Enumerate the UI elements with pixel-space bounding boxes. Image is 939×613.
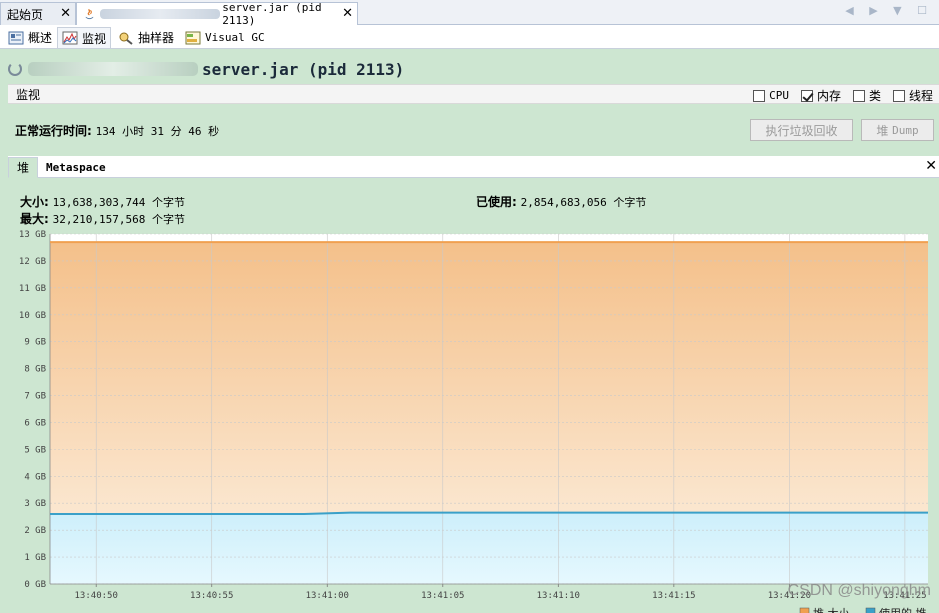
monitor-section-label: 监视 [16,87,41,102]
y-tick-label: 3 GB [24,499,46,509]
tab-sampler[interactable]: 抽样器 [114,27,178,48]
tab-visual-gc[interactable]: Visual GC [181,27,269,48]
y-tick-label: 8 GB [24,365,46,375]
heap-used-label: 已使用: [476,195,517,209]
redacted-app-name [99,9,221,19]
window-tab-bar: 起始页 ✕ server.jar (pid 2113) ✕ ◀ ▶ ▼ ☐ [0,0,939,27]
tab-heap[interactable]: 堆 [8,157,39,178]
tab-metaspace[interactable]: Metaspace [38,157,114,178]
close-icon[interactable]: ✕ [60,6,71,21]
checkbox-classes[interactable]: 类 [852,87,881,104]
tab-nav-arrows-icon[interactable]: ◀ ▶ ▼ ☐ [845,4,933,17]
uptime-line: 正常运行时间: 134 小时 31 分 46 秒 [15,122,219,139]
x-tick-label: 13:41:00 [306,591,349,601]
heap-max-label: 最大: [20,212,49,226]
heap-dump-prefix: 堆 [876,123,889,138]
java-icon [85,8,94,20]
x-tick-label: 13:41:10 [537,591,580,601]
heap-chart: 0 GB 1 GB 2 GB 3 GB 4 GB 5 GB 6 GB 7 GB 8 GB 9 GB… [19,230,928,613]
perform-gc-button[interactable]: 执行垃圾回收 [750,119,853,141]
page-title: server.jar (pid 2113) [8,56,404,82]
tab-start-page-label: 起始页 [7,7,44,22]
tab-monitor[interactable]: 监视 [57,27,112,48]
y-tick-label: 10 GB [19,311,46,321]
y-tick-label: 1 GB [24,553,46,563]
checkbox-threads[interactable]: 线程 [892,87,933,104]
y-tick-label: 2 GB [24,526,46,536]
heap-max-stat: 最大: 32,210,157,568 个字节 [20,210,185,227]
y-tick-label: 12 GB [19,257,46,267]
checkbox-memory-label: 内存 [816,89,841,103]
heap-used-stat: 已使用: 2,854,683,056 个字节 [476,193,646,210]
heap-used-value: 2,854,683,056 个字节 [520,196,647,209]
legend-label: 使用的 堆 [879,606,927,613]
legend-swatch [865,607,876,613]
checkbox-memory-box[interactable] [800,89,813,102]
close-icon[interactable]: ✕ [925,158,937,174]
visual-gc-icon [185,31,201,44]
watermark-text: CSDN @shiyonghm [787,582,931,599]
heap-size-value: 13,638,303,744 个字节 [52,196,185,209]
y-tick-label: 5 GB [24,445,46,455]
redacted-app-name [28,62,198,76]
checkbox-classes-box[interactable] [852,89,865,102]
tab-sampler-label: 抽样器 [138,31,175,45]
uptime-value: 134 小时 31 分 46 秒 [95,125,220,138]
monitor-chart-icon [62,31,78,45]
heap-dump-button[interactable]: 堆 Dump [861,119,934,141]
x-tick-label: 13:40:55 [190,591,233,601]
y-tick-label: 9 GB [24,338,46,348]
checkbox-cpu-label: CPU [769,89,789,102]
heap-size-label: 大小: [20,195,49,209]
y-tick-label: 11 GB [19,284,46,294]
tab-overview-label: 概述 [28,31,53,45]
tab-start-page[interactable]: 起始页 ✕ [0,2,76,25]
legend-label: 堆 大小 [813,606,850,613]
checkbox-cpu-box[interactable] [753,89,766,102]
overview-icon [8,31,24,44]
x-tick-label: 13:40:50 [75,591,118,601]
tab-app-process-label: server.jar (pid 2113) [222,1,322,27]
y-tick-label: 0 GB [24,580,46,590]
y-tick-label: 13 GB [19,230,46,240]
heap-size-stat: 大小: 13,638,303,744 个字节 [20,193,185,210]
uptime-label: 正常运行时间: [15,124,92,138]
view-tab-bar: 概述 监视 抽样器 Visual GC [0,26,939,49]
perform-gc-label: 执行垃圾回收 [765,123,838,138]
tab-heap-label: 堆 [17,161,30,175]
heap-dump-suffix: Dump [892,123,919,137]
close-icon[interactable]: ✕ [342,6,353,21]
y-tick-label: 6 GB [24,418,46,428]
tab-monitor-label: 监视 [82,31,107,46]
series-area-1 [50,512,928,584]
checkbox-threads-label: 线程 [908,89,933,103]
tab-visual-gc-label: Visual GC [205,31,265,44]
checkbox-memory[interactable]: 内存 [800,87,841,104]
tab-overview[interactable]: 概述 [4,27,56,48]
metric-checkboxes: CPU 内存 类 线程 [753,87,933,104]
sampler-icon [119,32,133,45]
heap-tab-bar: 堆 Metaspace ✕ [8,156,939,178]
legend-swatch [799,607,810,613]
checkbox-cpu[interactable]: CPU [753,87,789,104]
x-tick-label: 13:41:15 [652,591,695,601]
monitor-section-bar: 监视 CPU 内存 类 线程 [8,84,939,104]
x-tick-label: 13:41:05 [421,591,464,601]
heap-max-value: 32,210,157,568 个字节 [52,213,185,226]
tab-metaspace-label: Metaspace [46,161,106,174]
process-title: server.jar (pid 2113) [202,59,405,79]
tab-app-process[interactable]: server.jar (pid 2113) ✕ [76,1,358,27]
y-tick-label: 7 GB [24,392,46,402]
checkbox-threads-box[interactable] [892,89,905,102]
checkbox-classes-label: 类 [868,89,881,103]
y-tick-label: 4 GB [24,472,46,482]
loading-spinner-icon [8,62,22,76]
